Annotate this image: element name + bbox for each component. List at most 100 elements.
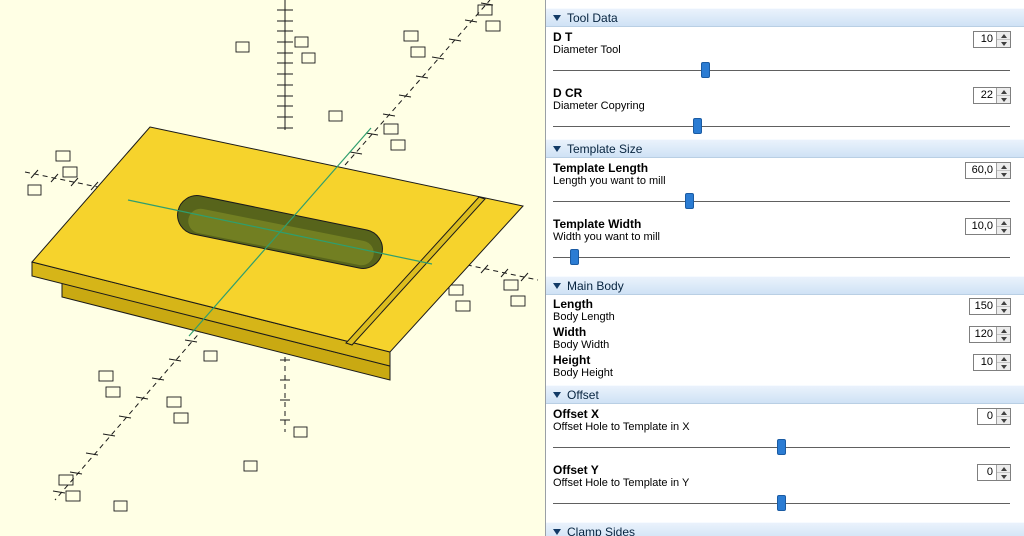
section-header-tool-data[interactable]: Tool Data [546, 8, 1024, 27]
spinbox-buttons [996, 409, 1010, 424]
spinbox-value[interactable]: 10 [974, 32, 996, 47]
section-title: Main Body [567, 278, 624, 293]
param-name: Template Length [553, 161, 649, 175]
param-name: Length [553, 297, 593, 311]
spin-up-icon[interactable] [997, 299, 1010, 307]
template-length-spinbox[interactable]: 60,0 [965, 162, 1011, 179]
param-description: Length you want to mill [553, 175, 666, 187]
spin-up-icon[interactable] [997, 409, 1010, 417]
param-description: Offset Hole to Template in Y [553, 477, 690, 489]
param-template-length: Template Length Length you want to mill … [546, 158, 1024, 214]
collapse-down-icon [553, 391, 561, 398]
spinbox-buttons [996, 327, 1010, 342]
param-name: Offset X [553, 407, 600, 421]
3d-scene [0, 0, 545, 536]
spinbox-buttons [996, 355, 1010, 370]
spin-up-icon[interactable] [997, 32, 1010, 40]
offset-y-spinbox[interactable]: 0 [977, 464, 1011, 481]
param-offset-y: Offset Y Offset Hole to Template in Y 0 [546, 460, 1024, 516]
spinbox-value[interactable]: 10 [974, 355, 996, 370]
section-title: Tool Data [567, 10, 618, 25]
spinbox-buttons [996, 88, 1010, 103]
slider-handle[interactable] [569, 249, 579, 265]
spin-down-icon[interactable] [997, 171, 1010, 178]
spin-down-icon[interactable] [997, 307, 1010, 314]
d-cr-slider[interactable] [553, 116, 1010, 138]
spinbox-value[interactable]: 150 [970, 299, 996, 314]
spinbox-buttons [996, 219, 1010, 234]
slider-track[interactable] [553, 126, 1010, 127]
width-spinbox[interactable]: 120 [969, 326, 1011, 343]
panel-top-spacer [546, 0, 1024, 8]
d-cr-spinbox[interactable]: 22 [973, 87, 1011, 104]
spinbox-value[interactable]: 0 [978, 465, 996, 480]
collapse-down-icon [553, 282, 561, 289]
slider-handle[interactable] [693, 118, 703, 134]
slider-track[interactable] [553, 201, 1010, 202]
section-header-offset[interactable]: Offset [546, 385, 1024, 404]
collapse-down-icon [553, 145, 561, 152]
offset-y-slider[interactable] [553, 493, 1010, 515]
spin-up-icon[interactable] [997, 88, 1010, 96]
template-length-slider[interactable] [553, 191, 1010, 213]
param-length: Length Body Length 150 [546, 295, 1024, 323]
spinbox-value[interactable]: 120 [970, 327, 996, 342]
spin-down-icon[interactable] [997, 335, 1010, 342]
param-d-cr: D CR Diameter Copyring 22 [546, 83, 1024, 139]
offset-x-spinbox[interactable]: 0 [977, 408, 1011, 425]
spin-up-icon[interactable] [997, 163, 1010, 171]
3d-viewport[interactable] [0, 0, 545, 536]
spinbox-buttons [996, 163, 1010, 178]
slider-track[interactable] [553, 70, 1010, 71]
section-header-clamp-sides[interactable]: Clamp Sides [546, 522, 1024, 536]
collapse-down-icon [553, 14, 561, 21]
param-name: Width [553, 325, 587, 339]
section-header-template-size[interactable]: Template Size [546, 139, 1024, 158]
param-name: Height [553, 353, 591, 367]
spin-up-icon[interactable] [997, 327, 1010, 335]
height-spinbox[interactable]: 10 [973, 354, 1011, 371]
param-name: D CR [553, 86, 583, 100]
param-template-width: Template Width Width you want to mill 10… [546, 214, 1024, 270]
param-offset-x: Offset X Offset Hole to Template in X 0 [546, 404, 1024, 460]
param-description: Body Width [553, 339, 610, 351]
spin-down-icon[interactable] [997, 417, 1010, 424]
collapse-down-icon [553, 528, 561, 535]
spinbox-value[interactable]: 22 [974, 88, 996, 103]
section-header-main-body[interactable]: Main Body [546, 276, 1024, 295]
param-description: Diameter Tool [553, 44, 621, 56]
d-t-spinbox[interactable]: 10 [973, 31, 1011, 48]
spin-down-icon[interactable] [997, 473, 1010, 480]
section-title: Offset [567, 387, 599, 402]
param-description: Width you want to mill [553, 231, 660, 243]
slider-track[interactable] [553, 257, 1010, 258]
spinbox-value[interactable]: 0 [978, 409, 996, 424]
spin-up-icon[interactable] [997, 219, 1010, 227]
param-description: Offset Hole to Template in X [553, 421, 690, 433]
spinbox-value[interactable]: 60,0 [966, 163, 996, 178]
d-t-slider[interactable] [553, 60, 1010, 82]
slider-handle[interactable] [776, 439, 786, 455]
spin-up-icon[interactable] [997, 355, 1010, 363]
param-name: Template Width [553, 217, 642, 231]
param-d-t: D T Diameter Tool 10 [546, 27, 1024, 83]
section-title: Clamp Sides [567, 524, 636, 536]
spinbox-buttons [996, 32, 1010, 47]
template-width-spinbox[interactable]: 10,0 [965, 218, 1011, 235]
spin-down-icon[interactable] [997, 363, 1010, 370]
spinbox-value[interactable]: 10,0 [966, 219, 996, 234]
slider-handle[interactable] [776, 495, 786, 511]
slider-handle[interactable] [685, 193, 695, 209]
section-title: Template Size [567, 141, 643, 156]
spin-up-icon[interactable] [997, 465, 1010, 473]
spinbox-buttons [996, 465, 1010, 480]
param-height: Height Body Height 10 [546, 351, 1024, 379]
template-width-slider[interactable] [553, 247, 1010, 269]
offset-x-slider[interactable] [553, 437, 1010, 459]
slider-handle[interactable] [701, 62, 711, 78]
spin-down-icon[interactable] [997, 227, 1010, 234]
spin-down-icon[interactable] [997, 40, 1010, 47]
spinbox-buttons [996, 299, 1010, 314]
spin-down-icon[interactable] [997, 96, 1010, 103]
length-spinbox[interactable]: 150 [969, 298, 1011, 315]
